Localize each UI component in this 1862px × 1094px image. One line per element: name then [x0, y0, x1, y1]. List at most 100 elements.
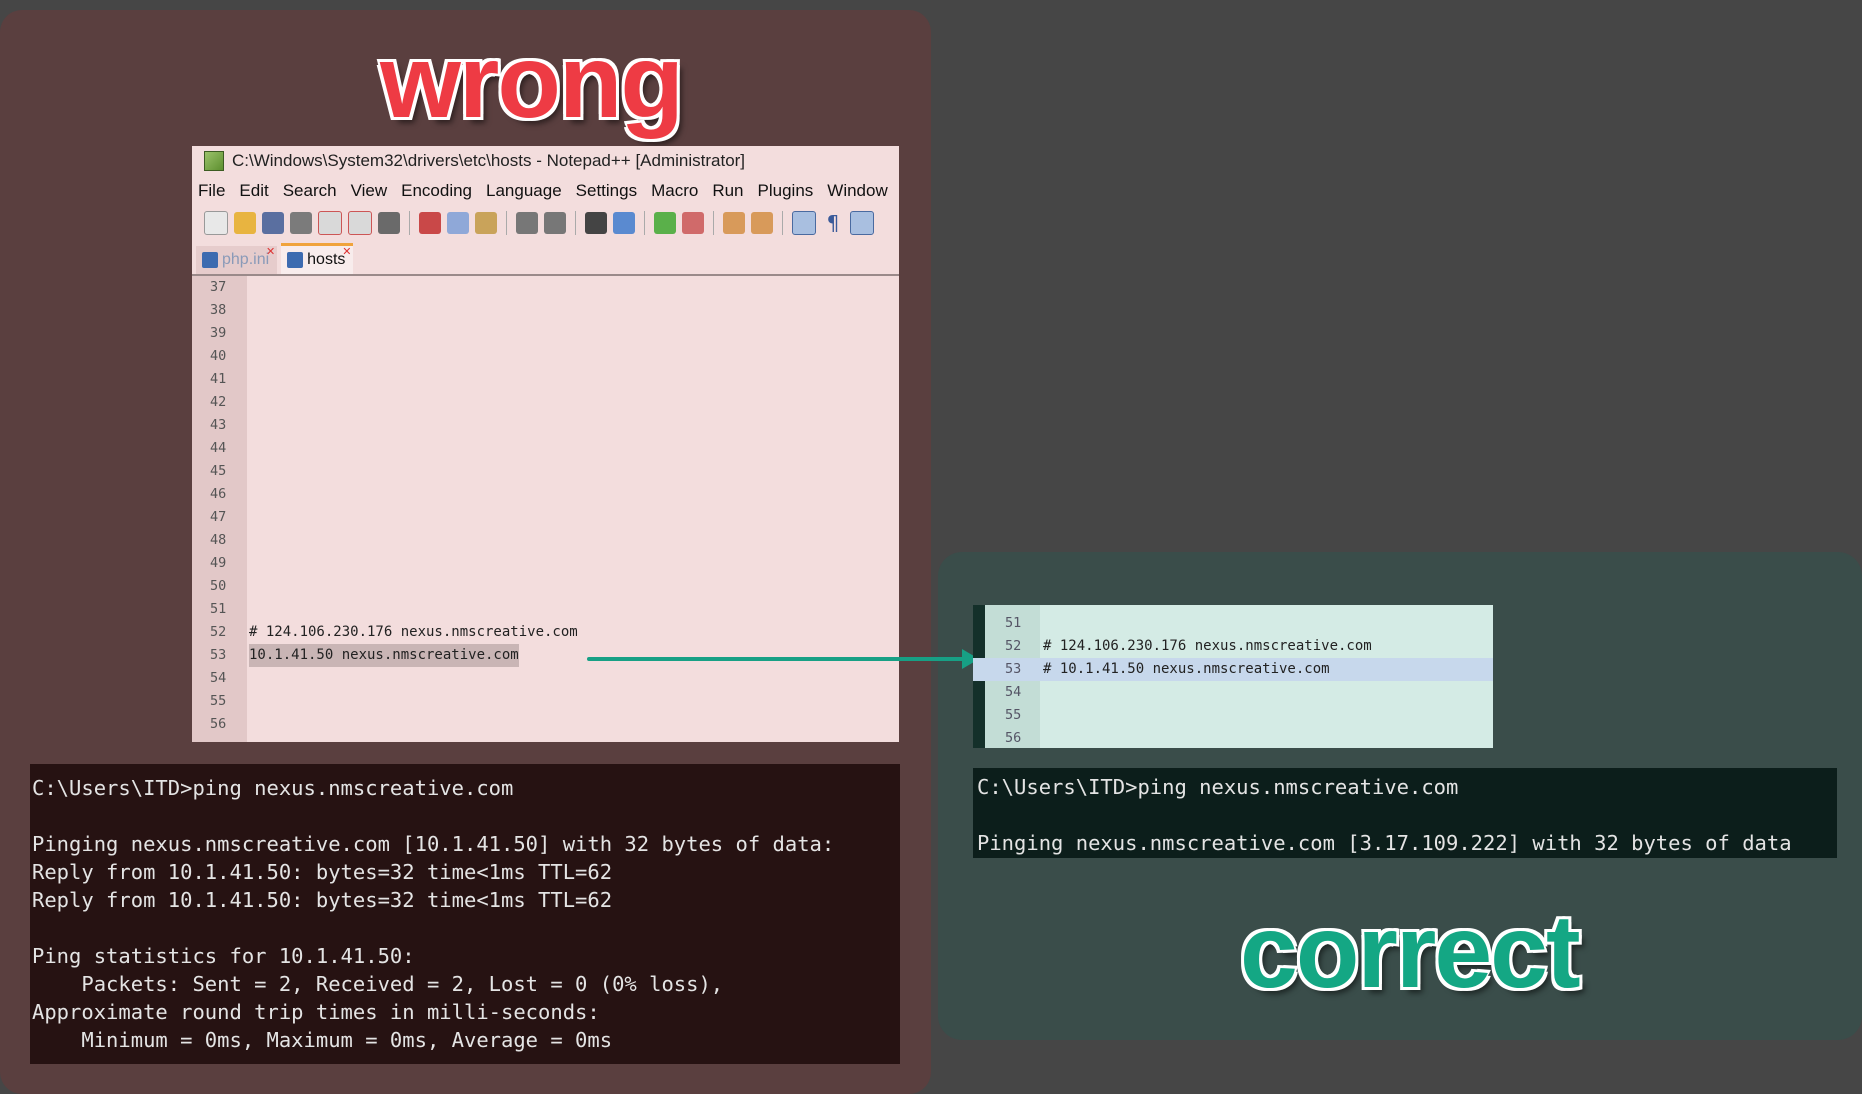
open-file-icon[interactable] [234, 212, 256, 234]
show-all-characters-icon[interactable]: ¶ [822, 212, 844, 234]
redo-icon[interactable] [544, 212, 566, 234]
close-icon[interactable] [318, 211, 342, 235]
editor-line[interactable]: 48 [192, 529, 899, 552]
zoom-out-icon[interactable] [682, 212, 704, 234]
undo-icon[interactable] [516, 212, 538, 234]
editor-line[interactable]: 44 [192, 437, 899, 460]
toolbar-separator [644, 211, 645, 235]
editor-line[interactable]: 56 [192, 713, 899, 736]
tab-bar: php.ini ✕ hosts ✕ [192, 240, 899, 276]
editor-line[interactable]: 37 [192, 276, 899, 299]
editor-lines: 51 52 # 124.106.230.176 nexus.nmscreative.… [973, 612, 1493, 750]
editor-line[interactable]: 51 [973, 612, 1493, 635]
menu-item-macro[interactable]: Macro [651, 181, 698, 201]
editor-line[interactable]: 40 [192, 345, 899, 368]
editor-line[interactable]: 55 [973, 704, 1493, 727]
editor-line[interactable]: 52 # 124.106.230.176 nexus.nmscreative.co… [192, 621, 899, 644]
editor-line[interactable]: 41 [192, 368, 899, 391]
toolbar-separator [409, 211, 410, 235]
zoom-in-icon[interactable] [654, 212, 676, 234]
close-tab-icon[interactable]: ✕ [266, 247, 275, 258]
line-number: 47 [210, 509, 227, 525]
editor-line[interactable]: 54 [973, 681, 1493, 704]
saved-file-icon [202, 252, 218, 268]
toolbar-separator [575, 211, 576, 235]
tab-label: php.ini [222, 251, 270, 268]
line-number: 56 [1005, 730, 1022, 746]
word-wrap-icon[interactable] [792, 211, 816, 235]
line-number: 48 [210, 532, 227, 548]
editor-line[interactable]: 50 [192, 575, 899, 598]
editor-line[interactable]: 53 10.1.41.50 nexus.nmscreative.com [192, 644, 899, 667]
find-icon[interactable] [585, 212, 607, 234]
menu-item-language[interactable]: Language [486, 181, 562, 201]
menu-item-plugins[interactable]: Plugins [758, 181, 814, 201]
menu-item-edit[interactable]: Edit [239, 181, 268, 201]
line-number: 54 [210, 670, 227, 686]
editor-line[interactable]: 51 [192, 598, 899, 621]
terminal-line: Approximate round trip times in milli-se… [32, 1000, 600, 1024]
terminal-line: C:\Users\ITD>ping nexus.nmscreative.com [977, 775, 1459, 799]
terminal-line: Packets: Sent = 2, Received = 2, Lost = … [32, 972, 724, 996]
arrow-connector [587, 657, 967, 661]
indent-guide-icon[interactable] [850, 211, 874, 235]
close-all-icon[interactable] [348, 211, 372, 235]
print-icon[interactable] [378, 212, 400, 234]
close-tab-icon[interactable]: ✕ [342, 247, 351, 258]
editor-lines: 37 38 39 40 41 42 43 44 45 46 47 48 49 50 51 52 # 124.10… [192, 276, 899, 736]
line-number: 55 [1005, 707, 1022, 723]
terminal-line: Pinging nexus.nmscreative.com [3.17.109.… [977, 831, 1792, 855]
menu-item-search[interactable]: Search [283, 181, 337, 201]
menu-item-encoding[interactable]: Encoding [401, 181, 472, 201]
menu-item-file[interactable]: File [198, 181, 225, 201]
line-number: 45 [210, 463, 227, 479]
editor-line[interactable]: 38 [192, 299, 899, 322]
text-editor[interactable]: 37 38 39 40 41 42 43 44 45 46 47 48 49 50 51 52 # 124.10… [192, 276, 899, 742]
save-all-icon[interactable] [290, 212, 312, 234]
editor-line[interactable]: 56 [973, 727, 1493, 750]
copy-icon[interactable] [447, 212, 469, 234]
corrected-editor[interactable]: 51 52 # 124.106.230.176 nexus.nmscreative.… [973, 605, 1493, 748]
editor-line[interactable]: 55 [192, 690, 899, 713]
ping-output-correct: C:\Users\ITD>ping nexus.nmscreative.com P… [973, 768, 1837, 858]
line-number: 43 [210, 417, 227, 433]
editor-line[interactable]: 39 [192, 322, 899, 345]
editor-line[interactable]: 42 [192, 391, 899, 414]
menu-item-run[interactable]: Run [712, 181, 743, 201]
editor-line[interactable]: 47 [192, 506, 899, 529]
editor-line[interactable]: 54 [192, 667, 899, 690]
line-number: 52 [210, 624, 227, 640]
tab-php-ini[interactable]: php.ini ✕ [196, 246, 278, 274]
editor-line[interactable]: 46 [192, 483, 899, 506]
editor-line[interactable]: 52 # 124.106.230.176 nexus.nmscreative.co… [973, 635, 1493, 658]
menu-item-settings[interactable]: Settings [576, 181, 637, 201]
menu-item-view[interactable]: View [351, 181, 388, 201]
sync-vertical-icon[interactable] [723, 212, 745, 234]
line-number: 53 [210, 647, 227, 663]
editor-line[interactable]: 45 [192, 460, 899, 483]
new-file-icon[interactable] [204, 211, 228, 235]
menu-item-window[interactable]: Window [827, 181, 887, 201]
line-number: 40 [210, 348, 227, 364]
editor-line[interactable]: 43 [192, 414, 899, 437]
line-number: 56 [210, 716, 227, 732]
line-number: 39 [210, 325, 227, 341]
line-number: 44 [210, 440, 227, 456]
replace-icon[interactable] [613, 212, 635, 234]
terminal-line: Reply from 10.1.41.50: bytes=32 time<1ms… [32, 860, 613, 884]
line-number: 41 [210, 371, 227, 387]
sync-horizontal-icon[interactable] [751, 212, 773, 234]
terminal-line: Pinging nexus.nmscreative.com [10.1.41.5… [32, 832, 835, 856]
tab-hosts[interactable]: hosts ✕ [281, 243, 354, 274]
save-icon[interactable] [262, 212, 284, 234]
line-text: # 124.106.230.176 nexus.nmscreative.com [1043, 638, 1372, 654]
paste-icon[interactable] [475, 212, 497, 234]
editor-line[interactable]: 53 # 10.1.41.50 nexus.nmscreative.com [973, 658, 1493, 681]
cut-icon[interactable] [419, 212, 441, 234]
editor-line[interactable]: 49 [192, 552, 899, 575]
terminal-line: Minimum = 0ms, Maximum = 0ms, Average = … [32, 1028, 613, 1052]
line-number: 46 [210, 486, 227, 502]
line-number: 51 [210, 601, 227, 617]
